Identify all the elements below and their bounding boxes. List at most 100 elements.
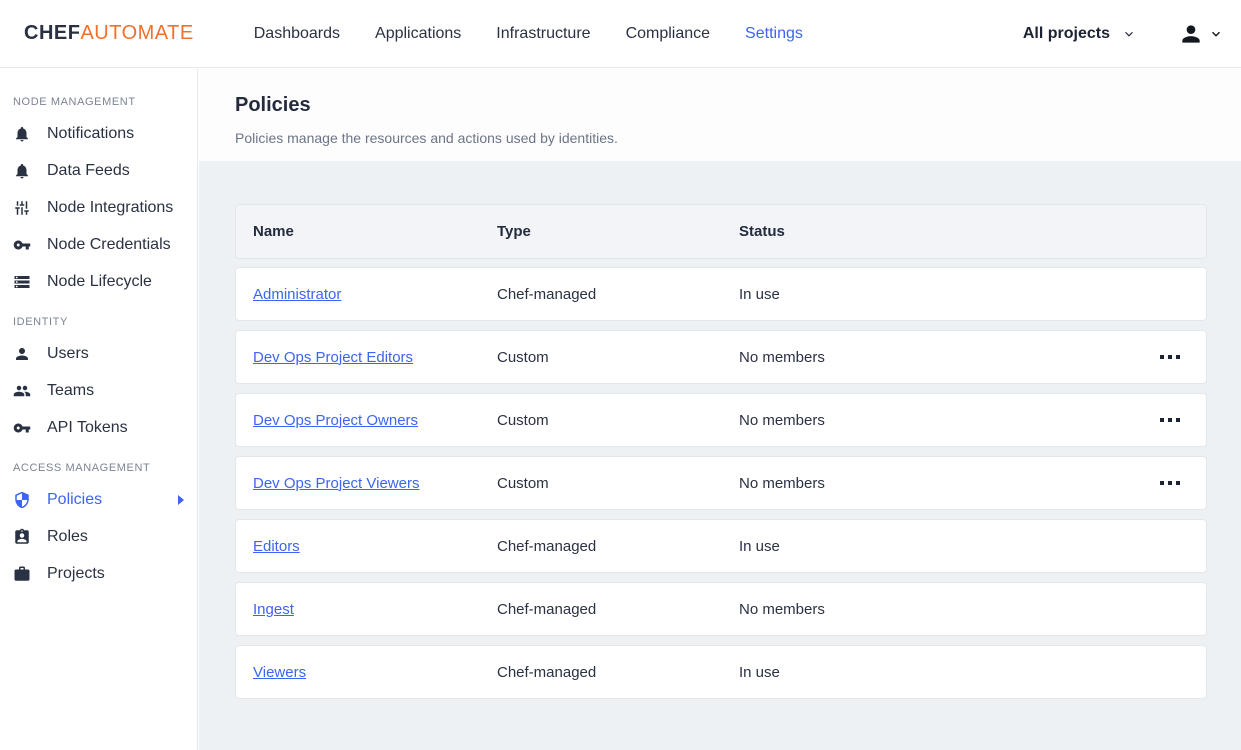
more-menu-icon: [1176, 481, 1180, 485]
sidebar-item-label: Data Feeds: [47, 162, 130, 180]
policy-status: No members: [739, 349, 1154, 366]
row-menu-button[interactable]: [1154, 347, 1186, 367]
sidebar-section-identity: IDENTITY: [0, 300, 197, 335]
table-row: Dev Ops Project Owners Custom No members: [235, 393, 1207, 447]
table-row: Dev Ops Project Editors Custom No member…: [235, 330, 1207, 384]
briefcase-icon: [13, 565, 31, 583]
policy-status: No members: [739, 601, 1154, 618]
policy-link-editors[interactable]: Editors: [253, 538, 300, 555]
sidebar-item-roles[interactable]: Roles: [0, 518, 197, 555]
nav-tab-applications[interactable]: Applications: [375, 25, 461, 43]
chef-automate-logo[interactable]: CHEFAUTOMATE: [24, 22, 194, 45]
person-icon: [13, 345, 31, 363]
sidebar-item-label: API Tokens: [47, 419, 128, 437]
column-header-name: Name: [236, 223, 497, 240]
bell-icon: [13, 162, 31, 180]
sidebar-item-label: Policies: [47, 491, 102, 509]
policy-status: In use: [739, 664, 1154, 681]
list-icon: [13, 273, 31, 291]
more-menu-icon: [1168, 481, 1172, 485]
more-menu-icon: [1176, 355, 1180, 359]
more-menu-icon: [1176, 418, 1180, 422]
more-menu-icon: [1160, 481, 1164, 485]
sidebar-item-projects[interactable]: Projects: [0, 555, 197, 592]
sidebar-item-data-feeds[interactable]: Data Feeds: [0, 152, 197, 189]
sidebar-item-api-tokens[interactable]: API Tokens: [0, 409, 197, 446]
nav-tab-infrastructure[interactable]: Infrastructure: [496, 25, 590, 43]
primary-nav: Dashboards Applications Infrastructure C…: [254, 25, 803, 43]
expand-arrow-icon: [178, 495, 184, 505]
sidebar-item-label: Teams: [47, 382, 94, 400]
policy-status: No members: [739, 475, 1154, 492]
policy-link-dev-ops-project-viewers[interactable]: Dev Ops Project Viewers: [253, 475, 419, 492]
policy-type: Chef-managed: [497, 538, 739, 555]
settings-sidebar: NODE MANAGEMENT Notifications Data Feeds…: [0, 69, 198, 750]
sidebar-item-users[interactable]: Users: [0, 335, 197, 372]
sidebar-item-label: Node Lifecycle: [47, 273, 152, 291]
sidebar-item-node-credentials[interactable]: Node Credentials: [0, 226, 197, 263]
key-icon: [13, 419, 31, 437]
main-content: Policies Policies manage the resources a…: [199, 69, 1241, 750]
table-row: Dev Ops Project Viewers Custom No member…: [235, 456, 1207, 510]
policy-type: Chef-managed: [497, 286, 739, 303]
sidebar-item-node-integrations[interactable]: Node Integrations: [0, 189, 197, 226]
sidebar-item-label: Projects: [47, 565, 105, 583]
policy-type: Chef-managed: [497, 664, 739, 681]
table-row: Editors Chef-managed In use: [235, 519, 1207, 573]
column-header-type: Type: [497, 223, 739, 240]
chevron-down-icon: [1122, 27, 1136, 41]
table-row: Administrator Chef-managed In use: [235, 267, 1207, 321]
sliders-icon: [13, 199, 31, 217]
projects-filter-dropdown[interactable]: All projects: [1023, 25, 1136, 43]
more-menu-icon: [1168, 418, 1172, 422]
projects-filter-label: All projects: [1023, 25, 1110, 43]
policies-table-container: Name Type Status Administrator Chef-mana…: [199, 161, 1241, 699]
table-row: Viewers Chef-managed In use: [235, 645, 1207, 699]
sidebar-item-label: Node Integrations: [47, 199, 173, 217]
navbar-right: All projects: [1023, 21, 1223, 47]
table-header-row: Name Type Status: [235, 204, 1207, 259]
policy-status: In use: [739, 286, 1154, 303]
sidebar-item-node-lifecycle[interactable]: Node Lifecycle: [0, 263, 197, 300]
sidebar-item-label: Users: [47, 345, 89, 363]
key-icon: [13, 236, 31, 254]
bell-icon: [13, 125, 31, 143]
chevron-down-icon: [1209, 27, 1223, 41]
people-icon: [13, 382, 31, 400]
policy-link-dev-ops-project-owners[interactable]: Dev Ops Project Owners: [253, 412, 418, 429]
nav-tab-dashboards[interactable]: Dashboards: [254, 25, 340, 43]
row-menu-button[interactable]: [1154, 473, 1186, 493]
sidebar-item-policies[interactable]: Policies: [0, 481, 197, 518]
policy-status: No members: [739, 412, 1154, 429]
sidebar-item-teams[interactable]: Teams: [0, 372, 197, 409]
user-avatar-icon: [1178, 21, 1204, 47]
more-menu-icon: [1160, 355, 1164, 359]
policy-link-ingest[interactable]: Ingest: [253, 601, 294, 618]
sidebar-item-notifications[interactable]: Notifications: [0, 115, 197, 152]
table-row: Ingest Chef-managed No members: [235, 582, 1207, 636]
policy-link-viewers[interactable]: Viewers: [253, 664, 306, 681]
nav-tab-compliance[interactable]: Compliance: [626, 25, 710, 43]
user-menu[interactable]: [1178, 21, 1223, 47]
column-header-status: Status: [739, 223, 1154, 240]
more-menu-icon: [1160, 418, 1164, 422]
more-menu-icon: [1168, 355, 1172, 359]
policy-link-dev-ops-project-editors[interactable]: Dev Ops Project Editors: [253, 349, 413, 366]
policy-status: In use: [739, 538, 1154, 555]
row-menu-button[interactable]: [1154, 410, 1186, 430]
badge-icon: [13, 528, 31, 546]
shield-icon: [13, 491, 31, 509]
logo-chef: CHEF: [24, 22, 80, 44]
page-subtitle: Policies manage the resources and action…: [235, 130, 1205, 146]
policy-type: Custom: [497, 349, 739, 366]
sidebar-section-access-management: ACCESS MANAGEMENT: [0, 446, 197, 481]
policy-type: Custom: [497, 412, 739, 429]
sidebar-item-label: Notifications: [47, 125, 134, 143]
policy-type: Chef-managed: [497, 601, 739, 618]
sidebar-item-label: Roles: [47, 528, 88, 546]
policy-link-administrator[interactable]: Administrator: [253, 286, 341, 303]
nav-tab-settings[interactable]: Settings: [745, 25, 803, 43]
sidebar-item-label: Node Credentials: [47, 236, 171, 254]
policy-type: Custom: [497, 475, 739, 492]
page-title: Policies: [235, 94, 1205, 117]
